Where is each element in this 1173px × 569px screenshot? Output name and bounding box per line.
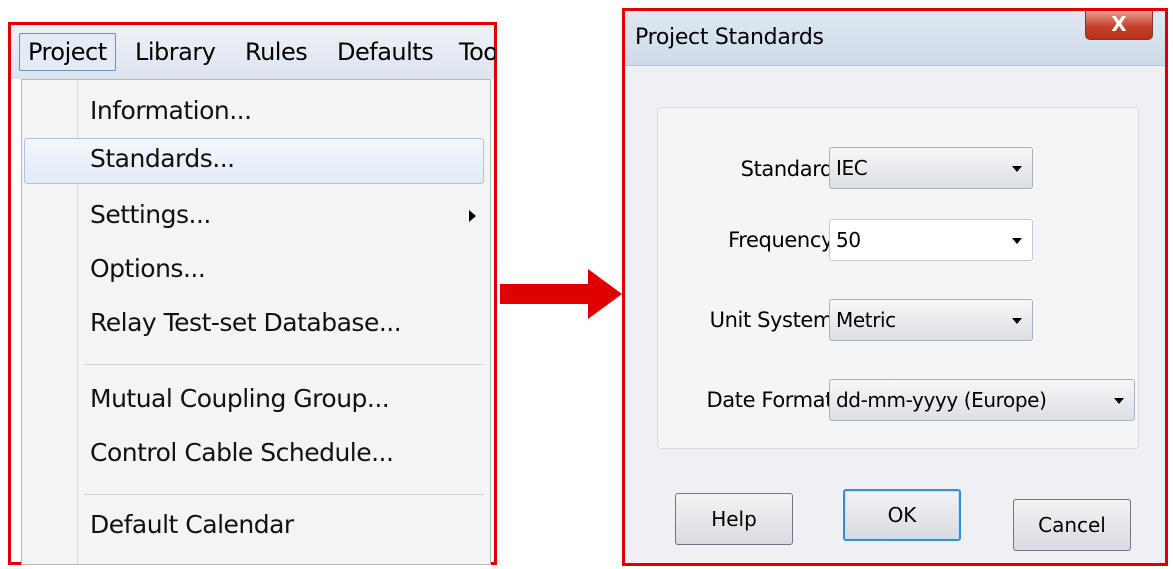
unit-system-select[interactable]: Metric	[829, 299, 1033, 341]
close-icon: X	[1111, 12, 1127, 36]
menu-item-label: Settings...	[90, 200, 211, 229]
menu-item-label: Default Calendar	[90, 510, 294, 539]
menu-library[interactable]: Library	[129, 34, 221, 70]
project-standards-dialog: Project Standards X Standard IEC Frequen…	[622, 8, 1168, 566]
date-format-value: dd-mm-yyyy (Europe)	[836, 388, 1047, 412]
menu-item-label: Standards...	[90, 144, 235, 173]
close-button[interactable]: X	[1085, 11, 1153, 40]
menu-item-label: Mutual Coupling Group...	[90, 384, 390, 413]
menu-project[interactable]: Project	[19, 33, 116, 71]
submenu-arrow-icon	[469, 210, 476, 222]
project-menu-panel: Project Library Rules Defaults Too Infor…	[8, 22, 497, 565]
dialog-title: Project Standards	[635, 25, 824, 50]
menu-bar: Project Library Rules Defaults Too	[11, 25, 495, 79]
frequency-label: Frequency	[728, 228, 833, 252]
chevron-down-icon	[1012, 318, 1022, 324]
menu-item-options[interactable]: Options...	[22, 244, 490, 294]
unit-system-value: Metric	[836, 308, 896, 332]
menu-item-information[interactable]: Information...	[22, 86, 490, 136]
menu-item-mutual-coupling-group[interactable]: Mutual Coupling Group...	[22, 374, 490, 424]
menu-item-default-calendar[interactable]: Default Calendar	[22, 500, 490, 550]
help-button[interactable]: Help	[675, 493, 793, 545]
date-format-select[interactable]: dd-mm-yyyy (Europe)	[829, 379, 1135, 421]
menu-separator	[84, 364, 484, 365]
project-dropdown-menu: Information... Standards... Settings... …	[21, 79, 491, 565]
unit-system-label: Unit System	[709, 308, 834, 332]
menu-separator	[84, 494, 484, 495]
menu-item-settings[interactable]: Settings...	[22, 190, 490, 240]
date-format-label: Date Format	[706, 388, 834, 412]
arrow-right-icon	[588, 269, 622, 319]
menu-item-standards[interactable]: Standards...	[22, 134, 490, 184]
dialog-titlebar[interactable]: Project Standards X	[625, 11, 1165, 66]
frequency-select[interactable]: 50	[829, 219, 1033, 261]
menu-item-label: Options...	[90, 254, 206, 283]
cancel-button[interactable]: Cancel	[1013, 499, 1131, 551]
chevron-down-icon	[1012, 166, 1022, 172]
standard-select[interactable]: IEC	[829, 147, 1033, 189]
menu-tools[interactable]: Too	[453, 34, 495, 70]
menu-item-label: Control Cable Schedule...	[90, 438, 394, 467]
ok-button[interactable]: OK	[843, 489, 961, 541]
menu-item-label: Relay Test-set Database...	[90, 308, 402, 337]
standard-value: IEC	[836, 156, 868, 180]
menu-item-control-cable-schedule[interactable]: Control Cable Schedule...	[22, 428, 490, 478]
chevron-down-icon	[1114, 398, 1124, 404]
frequency-value: 50	[836, 228, 861, 252]
arrow-shaft	[500, 284, 590, 304]
menu-item-relay-test-set-database[interactable]: Relay Test-set Database...	[22, 298, 490, 348]
standard-label: Standard	[740, 157, 834, 181]
menu-rules[interactable]: Rules	[239, 34, 313, 70]
menu-defaults[interactable]: Defaults	[331, 34, 439, 70]
chevron-down-icon	[1012, 238, 1022, 244]
menu-item-label: Information...	[90, 96, 252, 125]
